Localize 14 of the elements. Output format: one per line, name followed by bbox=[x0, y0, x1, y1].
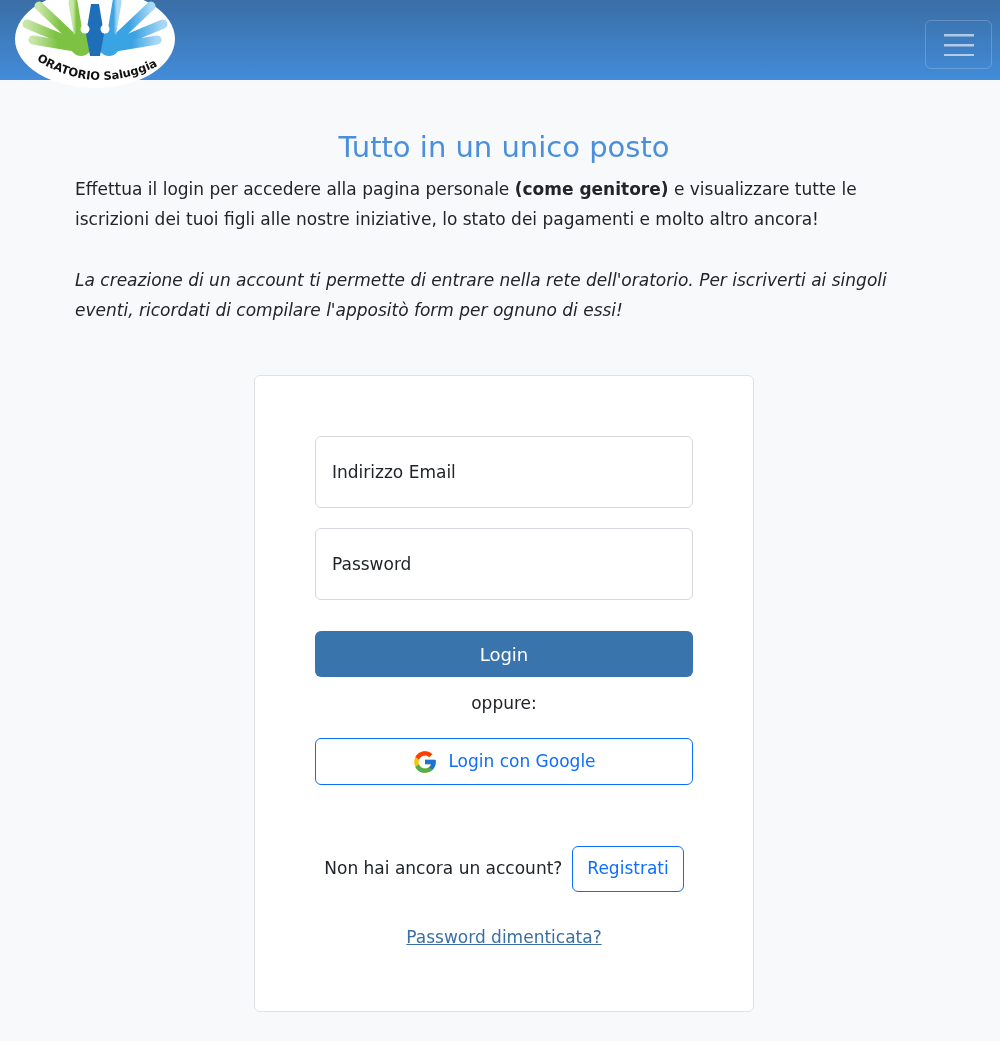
menu-button[interactable] bbox=[925, 20, 992, 69]
register-button[interactable]: Registrati bbox=[572, 846, 684, 892]
password-field[interactable]: Password bbox=[315, 528, 693, 600]
page-title: Tutto in un unico posto bbox=[337, 129, 671, 166]
google-icon bbox=[412, 748, 439, 775]
intro-paragraph: La creazione di un account ti permette di entrare nella rete dell'oratorio. Per iscriverti ai singoli eventi, ricordati di compilare l'appositò form per ognuno di essi! bbox=[75, 269, 888, 322]
separator-text: oppure: bbox=[471, 692, 537, 715]
register-prompt: Non hai ancora un account? bbox=[324, 857, 563, 881]
menu-icon bbox=[943, 33, 974, 56]
forgot-password-link[interactable]: Password dimenticata? bbox=[406, 925, 602, 949]
login-button[interactable]: Login bbox=[315, 631, 693, 677]
google-login-button[interactable]: Login con Google bbox=[315, 738, 693, 785]
intro-paragraph: Effettua il login per accedere alla pagina personale (come genitore) e visualizzare tutte le iscrizioni dei tuoi figli alle nostre iniziative, lo stato dei pagamenti e molto altro ancora! bbox=[75, 178, 858, 231]
email-field[interactable]: Indirizzo Email bbox=[315, 436, 693, 508]
